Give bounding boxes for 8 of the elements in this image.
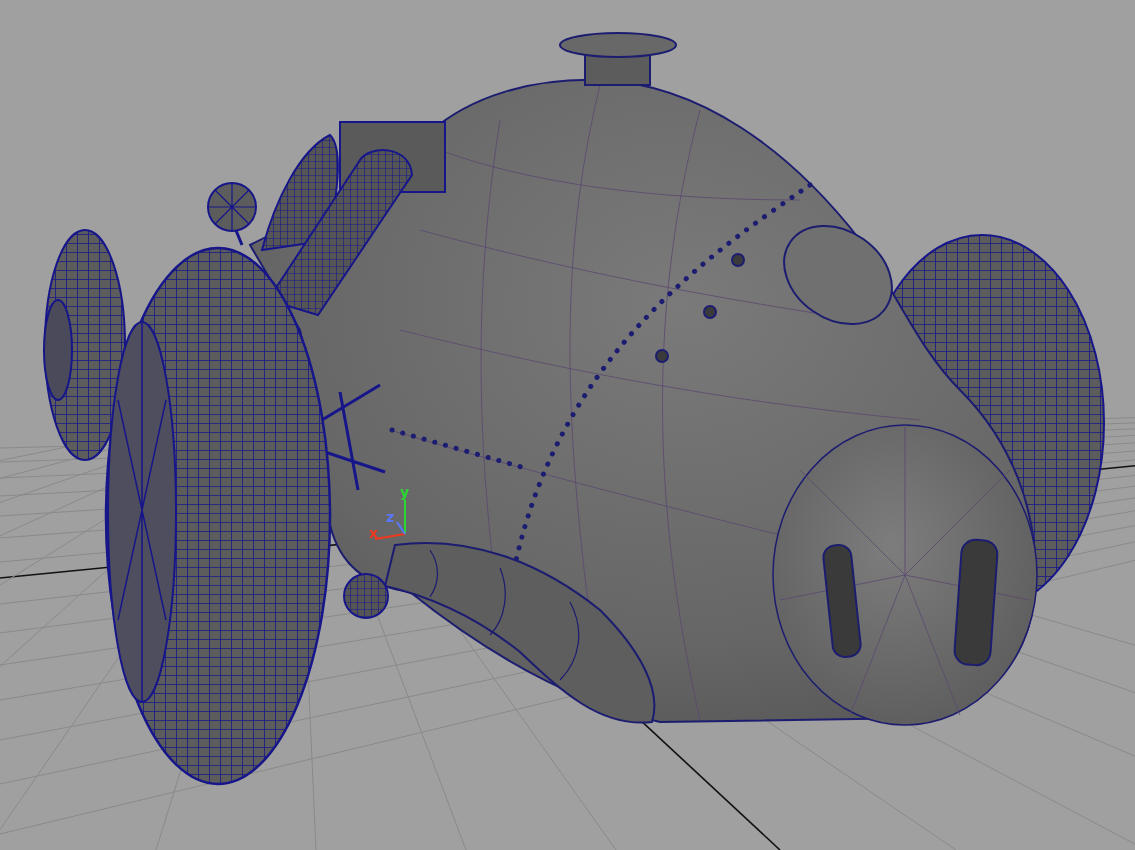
- vent-hole: [655, 349, 669, 363]
- axis-label: z: [386, 509, 395, 525]
- pipe-fitting: [343, 573, 389, 619]
- vent-hole: [731, 253, 745, 267]
- axis-label: x: [369, 525, 379, 541]
- vent-hole: [703, 305, 717, 319]
- round-mirror: [207, 182, 257, 246]
- axis-label: y: [400, 484, 410, 500]
